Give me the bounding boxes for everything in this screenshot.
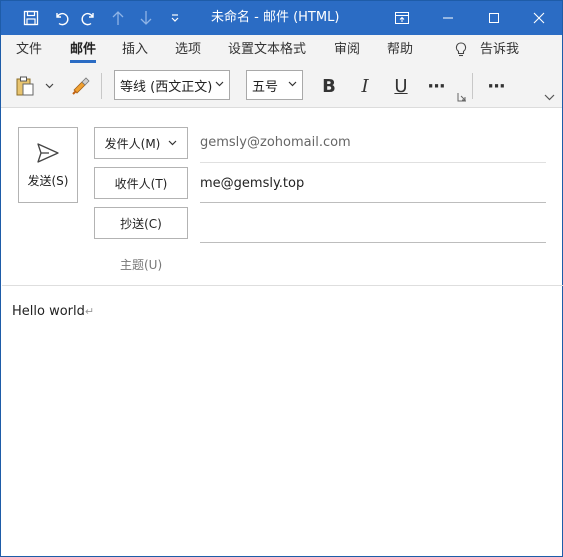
undo-icon[interactable]	[49, 1, 73, 35]
font-family-value: 等线 (西文正文)	[120, 79, 213, 95]
font-family-select[interactable]: 等线 (西文正文)	[114, 70, 230, 100]
customize-qat-icon[interactable]	[165, 1, 185, 35]
to-label: 收件人(T)	[114, 176, 168, 191]
down-arrow-icon[interactable]	[135, 1, 157, 35]
tell-me-search[interactable]: 告诉我	[480, 35, 519, 65]
lightbulb-icon[interactable]	[451, 35, 471, 65]
save-icon[interactable]	[19, 1, 43, 35]
field-underline	[200, 162, 546, 163]
more-font-options-button[interactable]: ···	[423, 71, 449, 101]
to-button[interactable]: 收件人(T)	[94, 167, 188, 199]
close-icon[interactable]	[516, 1, 562, 35]
italic-button[interactable]: I	[352, 71, 378, 101]
subject-label: 主题(U)	[120, 258, 163, 272]
send-button[interactable]: 发送(S)	[18, 127, 78, 203]
send-icon	[37, 142, 59, 163]
window-title: 未命名 - 邮件 (HTML)	[211, 10, 340, 25]
cc-button[interactable]: 抄送(C)	[94, 207, 188, 239]
cc-label: 抄送(C)	[120, 216, 162, 231]
tab-options[interactable]: 选项	[175, 35, 201, 65]
chevron-down-icon	[215, 81, 224, 87]
dialog-launcher-icon[interactable]	[456, 91, 468, 103]
ribbon-display-icon[interactable]	[379, 1, 425, 35]
chevron-down-icon	[288, 81, 297, 87]
send-label: 发送(S)	[27, 173, 69, 188]
chevron-down-icon	[168, 140, 177, 146]
maximize-icon[interactable]	[471, 1, 517, 35]
bold-button[interactable]: B	[316, 71, 342, 101]
tab-file[interactable]: 文件	[16, 35, 42, 65]
ribbon-tabs: 文件 邮件 插入 选项 设置文本格式 审阅 帮助 告诉我	[1, 35, 562, 65]
from-label: 发件人(M)	[104, 136, 161, 151]
ribbon-toolbar: 等线 (西文正文) 五号 B I U ··· ···	[1, 65, 562, 108]
up-arrow-icon[interactable]	[107, 1, 129, 35]
format-painter-icon[interactable]	[69, 71, 93, 101]
field-underline	[200, 202, 546, 203]
tab-message[interactable]: 邮件	[70, 35, 97, 65]
title-bar: 未命名 - 邮件 (HTML)	[1, 1, 562, 35]
message-body[interactable]: Hello world↵	[12, 304, 94, 319]
tab-help[interactable]: 帮助	[387, 35, 413, 65]
toolbar-separator	[101, 73, 102, 99]
expand-ribbon-icon[interactable]	[541, 91, 557, 103]
tab-insert[interactable]: 插入	[122, 35, 148, 65]
body-text: Hello world	[12, 304, 85, 319]
paste-icon[interactable]	[13, 71, 37, 101]
toolbar-separator	[472, 73, 473, 99]
to-field[interactable]: me@gemsly.top	[200, 176, 304, 191]
more-commands-button[interactable]: ···	[483, 71, 509, 101]
font-size-select[interactable]: 五号	[246, 70, 303, 100]
header-divider	[2, 285, 563, 286]
tab-review[interactable]: 审阅	[334, 35, 360, 65]
paragraph-mark-icon: ↵	[84, 305, 95, 318]
subject-field[interactable]	[200, 256, 546, 274]
paste-dropdown-icon[interactable]	[41, 71, 57, 101]
from-button[interactable]: 发件人(M)	[94, 127, 188, 159]
font-size-value: 五号	[252, 79, 279, 95]
cc-field[interactable]	[200, 216, 546, 234]
redo-icon[interactable]	[77, 1, 101, 35]
field-underline	[200, 242, 546, 243]
tab-format-text[interactable]: 设置文本格式	[228, 35, 306, 65]
underline-button[interactable]: U	[388, 71, 414, 101]
minimize-icon[interactable]	[425, 1, 471, 35]
from-value: gemsly@zohomail.com	[200, 135, 351, 150]
compose-window: 未命名 - 邮件 (HTML) 文件 邮件 插入 选项 设置文本格式 审阅 帮助…	[0, 0, 563, 557]
